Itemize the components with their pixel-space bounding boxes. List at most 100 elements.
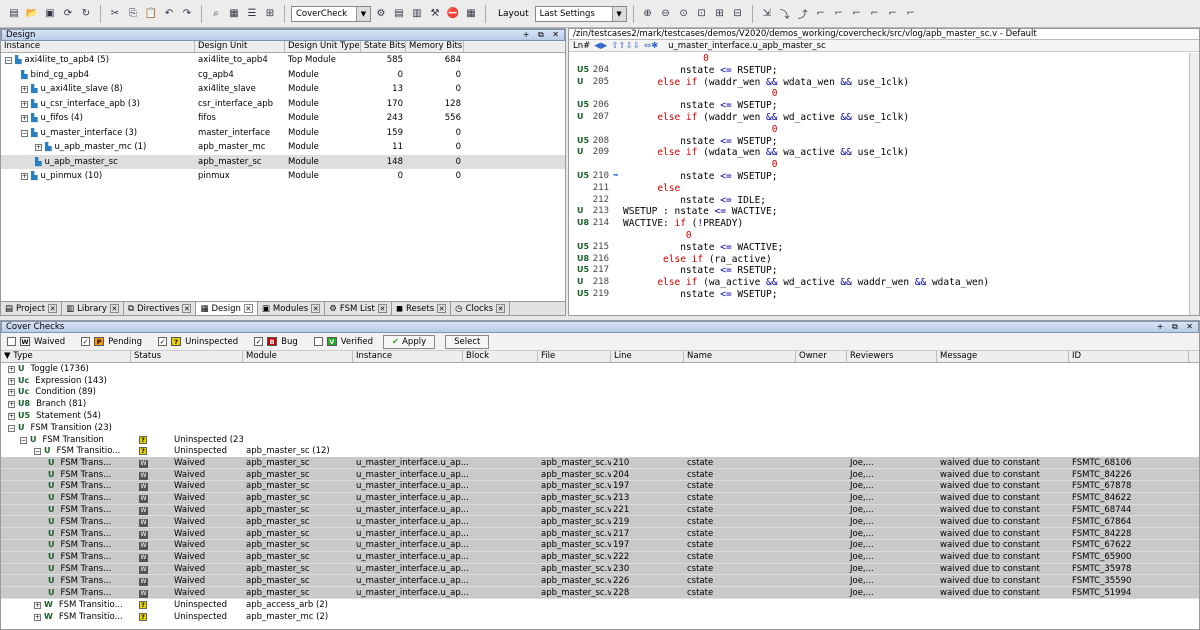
close-icon[interactable]: ✕ [182, 304, 192, 313]
run-icon[interactable]: ⚙ [373, 6, 389, 22]
cover-group-row[interactable]: − U FSM Transition? Uninspected (23 [1, 434, 1199, 446]
tab-library[interactable]: ▥ Library ✕ [62, 302, 124, 315]
design-tree-row[interactable]: + ▙ u_csr_interface_apb (3) csr_interface_a… [1, 97, 565, 112]
back-icon[interactable]: ◀▶ [594, 41, 607, 51]
reload-icon[interactable]: ⟳ [60, 6, 76, 22]
expand-toggle-icon[interactable]: − [34, 448, 41, 456]
col-block[interactable]: Block [463, 351, 538, 362]
cover-check-row[interactable]: U FSM Trans... W Waived apb_master_sc u_maste… [1, 516, 1199, 529]
open-folder-icon[interactable]: 📂 [24, 6, 40, 22]
close-icon[interactable]: ✕ [377, 304, 387, 313]
expand-toggle-icon[interactable]: + [21, 115, 28, 123]
cover-check-row[interactable]: U FSM Trans... W Waived apb_master_sc u_maste… [1, 587, 1199, 599]
cover-check-row[interactable]: U FSM Trans... W Waived apb_master_sc u_maste… [1, 528, 1199, 540]
select-button[interactable]: Select [445, 334, 490, 349]
design-tree-row[interactable]: + ▙ u_axi4lite_slave (8) axi4lite_slave Modu… [1, 82, 565, 97]
col-owner[interactable]: Owner [796, 351, 847, 362]
cover-check-row[interactable]: U FSM Trans... W Waived apb_master_sc u_maste… [1, 457, 1199, 470]
cover-group-row[interactable]: + Uc Condition (89) [1, 387, 1199, 399]
tab-fsm-list[interactable]: ⚙ FSM List ✕ [325, 302, 392, 315]
grid-icon[interactable]: ▦ [226, 6, 242, 22]
zoom-select-icon[interactable]: ⊟ [730, 6, 746, 22]
cover-group-row[interactable]: + Uc Expression (143) [1, 375, 1199, 387]
col-name[interactable]: Name [684, 351, 796, 362]
design-tree-row[interactable]: − ▙ axi4lite_to_apb4 (5) axi4lite_to_apb4 To… [1, 53, 565, 68]
panel-controls[interactable]: + ⧉ ✕ [1157, 322, 1196, 332]
cover-group-row[interactable]: + U5 Statement (54) [1, 410, 1199, 422]
cover-check-row[interactable]: U FSM Trans... W Waived apb_master_sc u_maste… [1, 539, 1199, 552]
expand-toggle-icon[interactable]: + [8, 365, 15, 373]
col-design-unit-type[interactable]: Design Unit Type [285, 41, 361, 52]
zoom-fit-icon[interactable]: ⊙ [676, 6, 692, 22]
wave-icon[interactable]: ⌐ [849, 6, 865, 22]
design-tree-row[interactable]: ▙ bind_cg_apb4 cg_apb4 Module 0 0 [1, 68, 565, 83]
grid-icon[interactable]: ▤ [391, 6, 407, 22]
col-message[interactable]: Message [937, 351, 1069, 362]
expand-toggle-icon[interactable]: + [8, 401, 15, 409]
expand-toggle-icon[interactable]: + [8, 413, 15, 421]
col-instance[interactable]: Instance [1, 41, 195, 52]
uninspected-checkbox[interactable]: ✓ [158, 337, 168, 346]
cover-group-row[interactable]: + U8 Branch (81) [1, 398, 1199, 410]
waived-checkbox[interactable] [7, 337, 16, 346]
expand-toggle-icon[interactable]: + [8, 389, 15, 397]
expand-toggle-icon[interactable]: − [5, 57, 12, 65]
filter-icon[interactable]: ⊞ [262, 6, 278, 22]
cover-check-row[interactable]: U FSM Trans... W Waived apb_master_sc u_maste… [1, 469, 1199, 481]
verified-checkbox[interactable] [313, 337, 323, 346]
cut-icon[interactable]: ✂ [107, 6, 123, 22]
expand-toggle-icon[interactable]: + [35, 144, 42, 152]
wave-icon[interactable]: ⌐ [885, 6, 901, 22]
cover-group-row[interactable]: + W FSM Transitio...? Uninspected apb_master… [1, 611, 1199, 623]
expand-icon[interactable]: ⇔✱ [644, 41, 658, 51]
design-tree-row[interactable]: ▙ u_apb_master_sc apb_master_sc Module 148 0 [1, 154, 565, 169]
save-icon[interactable]: ▣ [42, 6, 58, 22]
close-icon[interactable]: ✕ [437, 304, 447, 313]
copy-icon[interactable]: ⎘ [125, 6, 141, 22]
cover-check-row[interactable]: U FSM Trans... W Waived apb_master_sc u_maste… [1, 551, 1199, 564]
zoom-region-icon[interactable]: ⊡ [694, 6, 710, 22]
source-scrollbar[interactable] [1189, 53, 1199, 315]
design-tree-row[interactable]: + ▙ u_fifos (4) fifos Module 243 556 [1, 111, 565, 126]
cover-check-row[interactable]: U FSM Trans... W Waived apb_master_sc u_maste… [1, 563, 1199, 576]
close-icon[interactable]: ✕ [48, 304, 58, 313]
wave-icon[interactable]: ⌐ [867, 6, 883, 22]
cover-check-row[interactable]: U FSM Trans... W Waived apb_master_sc u_maste… [1, 575, 1199, 588]
col-file[interactable]: File [538, 351, 611, 362]
wave-icon[interactable]: ⌐ [903, 6, 919, 22]
expand-toggle-icon[interactable]: − [20, 436, 27, 444]
expand-toggle-icon[interactable]: + [21, 173, 28, 181]
cover-group-row[interactable]: + W FSM Transitio...? Uninspected apb_access… [1, 599, 1199, 611]
expand-toggle-icon[interactable]: − [21, 129, 28, 137]
bug-checkbox[interactable]: ✓ [254, 337, 264, 346]
cover-check-row[interactable]: U FSM Trans... W Waived apb_master_sc u_maste… [1, 504, 1199, 517]
tab-design[interactable]: ▦ Design ✕ [196, 302, 258, 315]
expand-toggle-icon[interactable]: + [34, 601, 41, 609]
design-tree-row[interactable]: + ▙ u_apb_master_mc (1) apb_master_mc Module… [1, 140, 565, 155]
layout-select[interactable]: Last Settings ▼ [534, 5, 627, 22]
refresh-icon[interactable]: ↻ [78, 6, 94, 22]
redo-icon[interactable]: ↷ [179, 6, 195, 22]
step-out-icon[interactable]: ⤴ [795, 6, 811, 22]
step-over-icon[interactable]: ⤵ [777, 6, 793, 22]
tab-project[interactable]: ▤ Project ✕ [1, 302, 63, 315]
col-instance[interactable]: Instance [353, 351, 463, 362]
expand-toggle-icon[interactable]: + [21, 100, 28, 108]
col-reviewers[interactable]: Reviewers [847, 351, 937, 362]
paste-icon[interactable]: 📋 [143, 6, 159, 22]
new-file-icon[interactable]: ▤ [6, 6, 22, 22]
cover-group-row[interactable]: − U FSM Transitio...? Uninspected apb_master… [1, 446, 1199, 458]
coverage-mode-select[interactable]: CoverCheck ▼ [291, 5, 371, 22]
design-tree-row[interactable]: + ▙ u_pinmux (10) pinmux Module 0 0 [1, 169, 565, 184]
cover-group-row[interactable]: − U FSM Transition (23) [1, 422, 1199, 434]
step-icon[interactable]: ⇲ [759, 6, 775, 22]
cover-group-row[interactable]: + U Toggle (1736) [1, 363, 1199, 375]
apply-button[interactable]: ✔ Apply [382, 334, 436, 349]
col-id[interactable]: ID [1069, 351, 1189, 362]
col-memory-bits[interactable]: Memory Bits [406, 41, 464, 52]
expand-toggle-icon[interactable]: + [8, 377, 15, 385]
zoom-full-icon[interactable]: ⊞ [712, 6, 728, 22]
nav-up-icon[interactable]: ⇧⇧⇩⇩ [611, 41, 640, 51]
col-design-unit[interactable]: Design Unit [195, 41, 285, 52]
tool-icon[interactable]: ⚒ [427, 6, 443, 22]
